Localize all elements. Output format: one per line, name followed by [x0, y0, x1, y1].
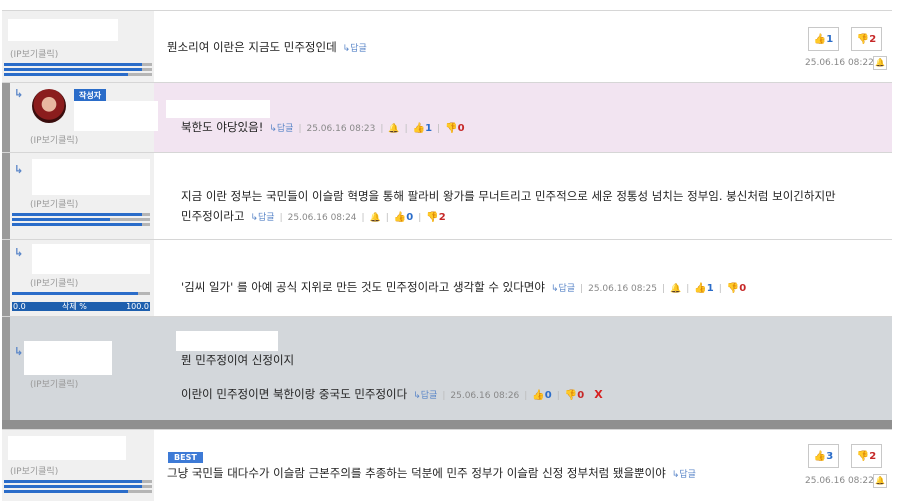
comment-text: 이란이 민주정이면 북한이랑 중국도 민주정이다 ↳답글 | 25.06.16 08:… — [181, 387, 603, 401]
username-mask — [8, 19, 118, 41]
dislike-button[interactable]: 👎0 — [727, 283, 746, 294]
dislike-button[interactable]: 👎0 — [445, 123, 464, 134]
like-button[interactable]: 👍3 — [808, 444, 839, 468]
comment-date: 25.06.16 08:26 — [450, 391, 520, 401]
comment-row: ↳ 작성자 (IP보기클릭) 북한도 야당있음! ↳답글 | 25.06.16 08:… — [2, 82, 892, 152]
best-badge: BEST — [168, 452, 203, 463]
comment-content: 뭔소리여 이란은 지금도 민주정인데 ↳답글 👍1 👎2 25.06.16 08:… — [157, 11, 892, 82]
comment-text: 뭔 민주정이여 신정이지 — [181, 353, 295, 367]
avatar[interactable] — [32, 89, 66, 123]
like-button[interactable]: 👍1 — [413, 123, 432, 134]
comment-row: ↳ (IP보기클릭) 지금 이란 정부는 국민들이 이슬람 혁명을 통해 팔라비… — [2, 152, 892, 239]
reply-button[interactable]: ↳답글 — [551, 284, 575, 294]
reply-button[interactable]: ↳답글 — [343, 44, 367, 54]
comment-row: (IP보기클릭) BEST 그냥 국민들 대다수가 이슬람 근본주의를 추종하는… — [2, 429, 892, 501]
username-mask — [74, 101, 158, 131]
comment-content: 지금 이란 정부는 국민들이 이슬람 혁명을 통해 팔라비 왕가를 무너트리고 … — [157, 153, 892, 239]
comment-author-panel: (IP보기클릭) — [2, 430, 154, 501]
username-mask — [24, 341, 112, 375]
comment-date: 25.06.16 08:22 — [805, 58, 874, 68]
bell-icon[interactable]: 🔔 — [670, 284, 681, 294]
comment-row: (IP보기클릭) 뭔소리여 이란은 지금도 민주정인데 ↳답글 👍1 👎2 25.… — [2, 10, 892, 82]
ip-address[interactable]: (IP보기클릭) — [30, 276, 78, 289]
bell-icon[interactable]: 🔔 — [873, 56, 887, 70]
comment-text: 지금 이란 정부는 국민들이 이슬람 혁명을 통해 팔라비 왕가를 무너트리고 … — [181, 189, 836, 223]
reply-button[interactable]: ↳답글 — [672, 470, 696, 480]
comment-row: ↳ (IP보기클릭) 뭔 민주정이여 신정이지 이란이 민주정이면 북한이랑 중… — [2, 316, 892, 420]
bell-icon[interactable]: 🔔 — [388, 124, 399, 134]
comment-content: '김씨 일가' 를 아예 공식 지위로 만든 것도 민주정이라고 생각할 수 있… — [157, 240, 892, 316]
bell-icon[interactable]: 🔔 — [370, 213, 381, 223]
reply-button[interactable]: ↳답글 — [269, 124, 293, 134]
section-divider — [2, 420, 892, 429]
ip-address[interactable]: (IP보기클릭) — [30, 377, 78, 390]
comment-content: 뭔 민주정이여 신정이지 이란이 민주정이면 북한이랑 중국도 민주정이다 ↳답글… — [157, 317, 892, 420]
ip-address[interactable]: (IP보기클릭) — [10, 47, 58, 60]
level-bars — [4, 480, 152, 495]
level-bars — [12, 292, 150, 297]
ip-address[interactable]: (IP보기클릭) — [30, 197, 78, 210]
comment-date: 25.06.16 08:23 — [306, 124, 376, 134]
dislike-button[interactable]: 👎0 — [565, 390, 584, 401]
reply-button[interactable]: ↳답글 — [250, 213, 274, 223]
ip-address[interactable]: (IP보기클릭) — [30, 133, 78, 146]
comment-content: 북한도 야당있음! ↳답글 | 25.06.16 08:23 | 🔔 | 👍1 | 👎0 — [157, 83, 892, 152]
like-button[interactable]: 👍0 — [532, 390, 551, 401]
like-button[interactable]: 👍1 — [808, 27, 839, 51]
bell-icon[interactable]: 🔔 — [873, 474, 887, 488]
level-bars — [12, 213, 150, 228]
comment-author-panel: ↳ (IP보기클릭) 0.0 삭제 % 100.0 — [2, 240, 154, 316]
like-button[interactable]: 👍1 — [694, 283, 713, 294]
dislike-button[interactable]: 👎2 — [851, 444, 882, 468]
dislike-button[interactable]: 👎2 — [426, 212, 445, 223]
dislike-button[interactable]: 👎2 — [851, 27, 882, 51]
username-mask — [8, 436, 126, 460]
username-mask — [32, 244, 150, 274]
comment-author-panel: ↳ (IP보기클릭) — [2, 153, 154, 239]
comment-row: ↳ (IP보기클릭) 0.0 삭제 % 100.0 '김씨 일가' 를 아예 공… — [2, 239, 892, 316]
comment-text: 뭔소리여 이란은 지금도 민주정인데 ↳답글 — [167, 40, 367, 54]
comment-text: '김씨 일가' 를 아예 공식 지위로 만든 것도 민주정이라고 생각할 수 있… — [181, 280, 747, 294]
level-bars — [4, 63, 152, 78]
reply-arrow-icon: ↳ — [14, 246, 24, 259]
reply-arrow-icon: ↳ — [14, 87, 24, 100]
comment-author-panel: ↳ 작성자 (IP보기클릭) — [2, 83, 158, 152]
username-mask — [32, 159, 150, 195]
delete-button[interactable]: X — [594, 388, 602, 401]
comment-text: 북한도 야당있음! ↳답글 | 25.06.16 08:23 | 🔔 | 👍1 | 👎0 — [181, 120, 465, 134]
reply-button[interactable]: ↳답글 — [413, 391, 437, 401]
like-button[interactable]: 👍0 — [394, 212, 413, 223]
comment-author-panel: ↳ (IP보기클릭) — [2, 317, 154, 420]
comment-content: BEST 그냥 국민들 대다수가 이슬람 근본주의를 추종하는 덕분에 민주 정… — [157, 430, 892, 501]
comment-date: 25.06.16 08:25 — [588, 284, 657, 294]
reply-arrow-icon: ↳ — [14, 163, 24, 176]
comment-author-panel: (IP보기클릭) — [2, 11, 154, 82]
comment-date: 25.06.16 08:22 — [805, 476, 874, 486]
comment-text: 그냥 국민들 대다수가 이슬람 근본주의를 추종하는 덕분에 민주 정부가 이슬… — [167, 466, 696, 480]
delete-rate-bar: 0.0 삭제 % 100.0 — [12, 302, 150, 311]
ip-address[interactable]: (IP보기클릭) — [10, 464, 58, 477]
username-mask — [176, 331, 278, 351]
reply-arrow-icon: ↳ — [14, 345, 24, 358]
comment-date: 25.06.16 08:24 — [287, 213, 357, 223]
username-mask — [166, 100, 270, 118]
